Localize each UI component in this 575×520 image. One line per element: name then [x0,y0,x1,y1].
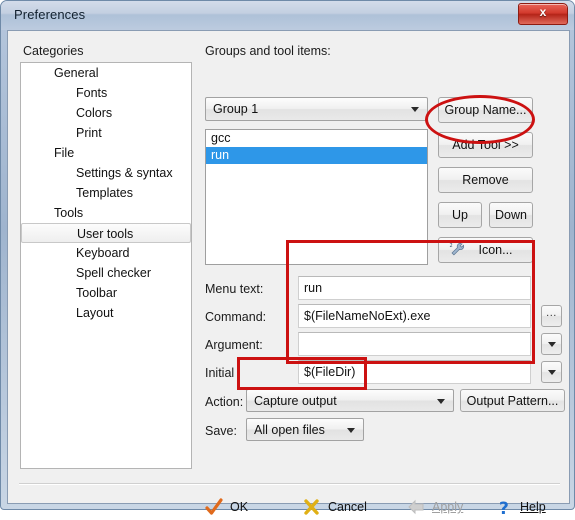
save-select-value: All open files [254,422,325,437]
sidebar-item-fonts[interactable]: Fonts [21,83,191,103]
group-select-value: Group 1 [213,102,259,116]
move-down-button[interactable]: Down [489,202,533,228]
svg-text:2: 2 [450,243,453,249]
save-label: Save: [205,424,237,438]
chevron-down-icon [411,107,419,112]
remove-button[interactable]: Remove [438,167,533,193]
left-arrow-icon [408,499,424,515]
move-down-button-label: Down [495,208,527,222]
move-up-button-label: Up [452,208,468,222]
cancel-button-label: Cancel [328,500,367,514]
command-browse-button-label: ... [546,307,557,319]
output-pattern-button[interactable]: Output Pattern... [460,389,565,412]
cancel-button[interactable]: Cancel [302,494,386,520]
menu-text-input[interactable]: run [298,276,531,300]
sidebar-item-layout[interactable]: Layout [21,303,191,323]
tool-items-list[interactable]: gcc run [205,129,428,265]
checkmark-icon [205,498,223,515]
list-item[interactable]: run [206,147,427,164]
command-label: Command: [205,310,267,324]
menu-text-label: Menu text: [205,282,264,296]
sidebar-item-toolbar[interactable]: Toolbar [21,283,191,303]
sidebar-item-colors[interactable]: Colors [21,103,191,123]
save-select[interactable]: All open files [246,418,364,441]
sidebar-item-user-tools[interactable]: User tools [21,223,191,243]
list-item[interactable]: gcc [206,130,427,147]
initial-dropdown-button[interactable] [541,361,562,383]
footer-divider [19,483,560,485]
icon-button-label: Icon... [478,243,513,257]
group-name-button-label: Group Name... [444,103,527,117]
add-tool-button-label: Add Tool >> [452,138,519,152]
sidebar-item-tools[interactable]: Tools [21,203,191,223]
help-button[interactable]: ? Help [494,494,560,520]
sidebar-item-print[interactable]: Print [21,123,191,143]
close-icon: x [539,5,547,19]
title-bar: Preferences x [1,1,574,30]
group-name-button[interactable]: Group Name... [438,97,533,123]
chevron-down-icon [437,398,445,404]
apply-button-label: Apply [432,500,464,514]
window-title: Preferences [14,7,86,22]
add-tool-button[interactable]: Add Tool >> [438,132,533,158]
command-browse-button[interactable]: ... [541,305,562,327]
cross-icon [304,499,319,515]
sidebar-item-settings-syntax[interactable]: Settings & syntax [21,163,191,183]
output-pattern-button-label: Output Pattern... [466,393,559,408]
group-select[interactable]: Group 1 [205,97,428,121]
preferences-window: Preferences x Categories General Fonts Col… [0,0,575,519]
categories-list[interactable]: General Fonts Colors Print File Settings & sy… [20,62,192,469]
ok-button-label: OK [230,500,249,514]
sidebar-item-templates[interactable]: Templates [21,183,191,203]
action-select-value: Capture output [254,393,337,408]
initial-input[interactable]: $(FileDir) [298,360,531,384]
command-input[interactable]: $(FileNameNoExt).exe [298,304,531,328]
sidebar-item-spell-checker[interactable]: Spell checker [21,263,191,283]
apply-button[interactable]: Apply [406,494,484,520]
svg-text:?: ? [499,499,509,519]
sidebar-item-file[interactable]: File [21,143,191,163]
move-up-button[interactable]: Up [438,202,482,228]
groups-heading: Groups and tool items: [205,44,331,58]
action-label: Action: [205,395,244,409]
ok-button[interactable]: OK [204,494,274,520]
argument-input[interactable] [298,332,531,356]
remove-button-label: Remove [462,173,509,187]
question-mark-icon: ? [499,499,509,519]
dialog-client-area: Categories General Fonts Colors Print File Se… [7,30,570,519]
sidebar-item-general[interactable]: General [21,63,191,83]
close-button[interactable]: x [518,3,568,25]
argument-label: Argument: [205,338,263,352]
categories-heading: Categories [23,44,84,58]
argument-dropdown-button[interactable] [541,333,562,355]
chevron-down-icon [547,370,556,375]
help-button-label: Help [520,500,546,514]
icon-button[interactable]: 2 Icon... [438,237,533,263]
action-select[interactable]: Capture output [246,389,454,412]
chevron-down-icon [347,427,355,433]
chevron-down-icon [547,342,556,347]
initial-label: Initial [205,366,235,380]
sidebar-item-keyboard[interactable]: Keyboard [21,243,191,263]
